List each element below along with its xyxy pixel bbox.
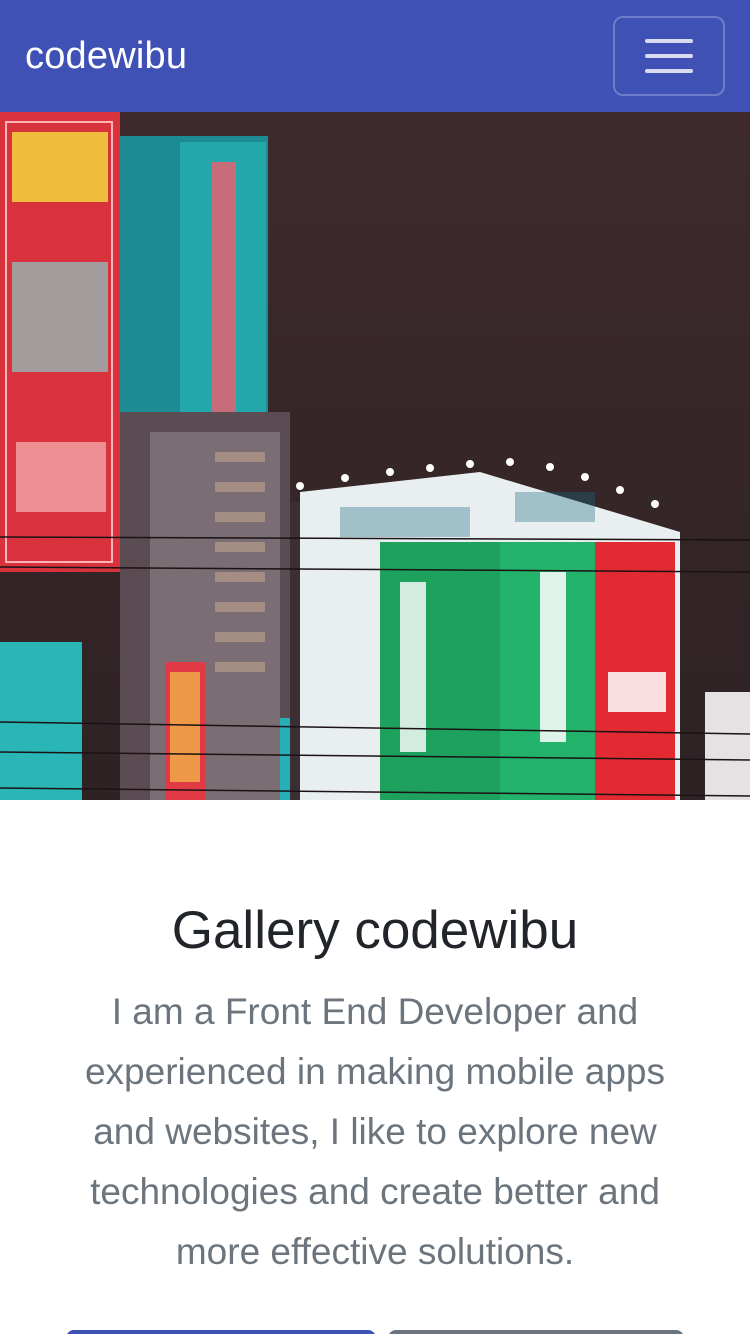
intro-description: I am a Front End Developer and experienc… bbox=[84, 991, 665, 1272]
page-title: Gallery codewibu bbox=[171, 901, 579, 960]
secondary-button[interactable] bbox=[388, 1330, 684, 1334]
city-night-photo bbox=[0, 112, 750, 800]
hamburger-menu-icon bbox=[645, 39, 693, 43]
hamburger-line bbox=[645, 54, 693, 58]
menu-toggle-button[interactable] bbox=[613, 16, 725, 96]
action-buttons bbox=[0, 1330, 750, 1334]
primary-button[interactable] bbox=[66, 1330, 376, 1334]
brand-link[interactable]: codewibu bbox=[25, 35, 187, 78]
main-content: Gallery codewibu I am a Front End Develo… bbox=[0, 800, 750, 1334]
navbar: codewibu bbox=[0, 0, 750, 112]
hero-image bbox=[0, 112, 750, 800]
hamburger-line bbox=[645, 69, 693, 73]
